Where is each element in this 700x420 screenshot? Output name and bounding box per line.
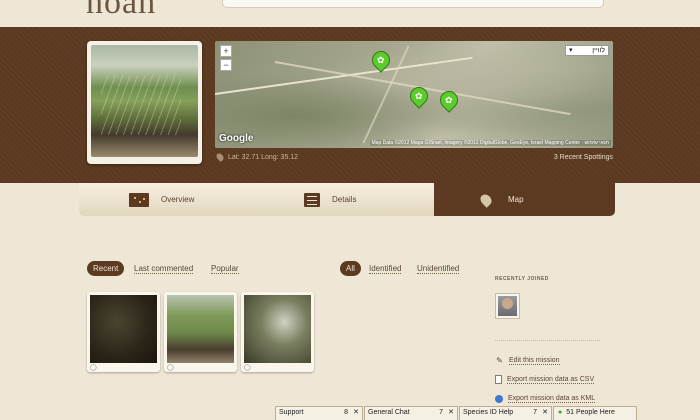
spotting-image	[167, 295, 234, 363]
list-icon	[304, 192, 320, 207]
spotting-thumbnail[interactable]: ◯	[87, 292, 160, 372]
recent-spottings[interactable]: 3 Recent Spottings	[554, 154, 613, 161]
document-icon	[495, 375, 502, 384]
map-attribution[interactable]: Map Data ©2012 Mapa GISrael, Imagery ©20…	[369, 140, 611, 146]
export-csv-link[interactable]: Export mission data as CSV	[495, 375, 595, 384]
filter-popular[interactable]: Popular	[211, 264, 239, 274]
divider	[495, 340, 600, 341]
search-input[interactable]	[222, 0, 604, 8]
map-type-select[interactable]: לוויין	[565, 45, 609, 56]
lat-long-text: Lat: 32.71 Long: 35.12	[228, 153, 299, 161]
chat-species-id[interactable]: Species ID Help 7 ✕	[459, 406, 552, 420]
mission-map[interactable]: + − לוויין ✿ ✿ ✿ Google Map Data ©2012 M…	[215, 41, 613, 148]
chat-people-online[interactable]: ● 51 People Here	[553, 406, 637, 420]
chat-general[interactable]: General Chat 7 ✕	[364, 406, 458, 420]
mission-tabs: Overview Details Map	[79, 183, 615, 216]
site-logo[interactable]: noah	[86, 0, 156, 22]
map-pin-icon	[478, 191, 494, 208]
check-icon: ◯	[244, 365, 251, 371]
chat-support[interactable]: Support 8 ✕	[275, 406, 363, 420]
tab-details[interactable]: Details	[257, 183, 434, 216]
map-pin-icon[interactable]: ✿	[368, 47, 394, 75]
close-icon[interactable]: ✕	[542, 408, 548, 416]
spotting-thumbnail[interactable]: ◯	[164, 292, 237, 372]
check-icon: ◯	[90, 365, 97, 371]
check-icon: ◯	[167, 365, 174, 371]
tab-label: Overview	[161, 195, 195, 204]
online-dot-icon: ●	[558, 409, 563, 416]
tab-map[interactable]: Map	[434, 183, 615, 216]
map-pin-icon[interactable]: ✿	[406, 83, 432, 111]
tab-label: Details	[332, 195, 357, 204]
pencil-icon: ✎	[496, 356, 503, 365]
mission-photo-image	[91, 45, 198, 157]
spotting-image	[244, 295, 311, 363]
map-zoom-control: + −	[220, 45, 234, 91]
globe-icon	[495, 395, 503, 403]
mission-photo[interactable]	[87, 41, 202, 164]
close-icon[interactable]: ✕	[448, 408, 454, 416]
recently-joined-title: RECENTLY JOINED	[495, 276, 549, 282]
tab-overview[interactable]: Overview	[79, 183, 257, 216]
zoom-in-button[interactable]: +	[220, 45, 232, 57]
spotting-thumbnail[interactable]: ◯	[241, 292, 314, 372]
lat-long: Lat: 32.71 Long: 35.12	[215, 152, 299, 162]
avatar[interactable]	[495, 293, 520, 319]
close-icon[interactable]: ✕	[353, 408, 359, 416]
top-bar: noah	[0, 0, 700, 27]
map-pin-icon[interactable]: ✿	[436, 87, 462, 115]
filter-unidentified[interactable]: Unidentified	[417, 264, 460, 274]
google-logo: Google	[219, 133, 254, 144]
location-pin-icon	[215, 152, 225, 162]
chat-bar: Support 8 ✕ General Chat 7 ✕ Species ID …	[275, 406, 638, 420]
overview-icon	[129, 192, 149, 207]
filter-recent[interactable]: Recent	[87, 261, 125, 276]
filter-all[interactable]: All	[340, 261, 361, 276]
spotting-image	[90, 295, 157, 363]
export-kml-link[interactable]: Export mission data as KML	[495, 395, 596, 403]
zoom-out-button[interactable]: −	[220, 59, 232, 71]
filter-last-commented[interactable]: Last commented	[134, 264, 194, 274]
map-type-label: לוויין	[592, 47, 605, 54]
edit-mission-link[interactable]: ✎ Edit this mission	[495, 356, 560, 365]
filter-identified[interactable]: Identified	[369, 264, 402, 274]
tab-label: Map	[508, 195, 524, 204]
